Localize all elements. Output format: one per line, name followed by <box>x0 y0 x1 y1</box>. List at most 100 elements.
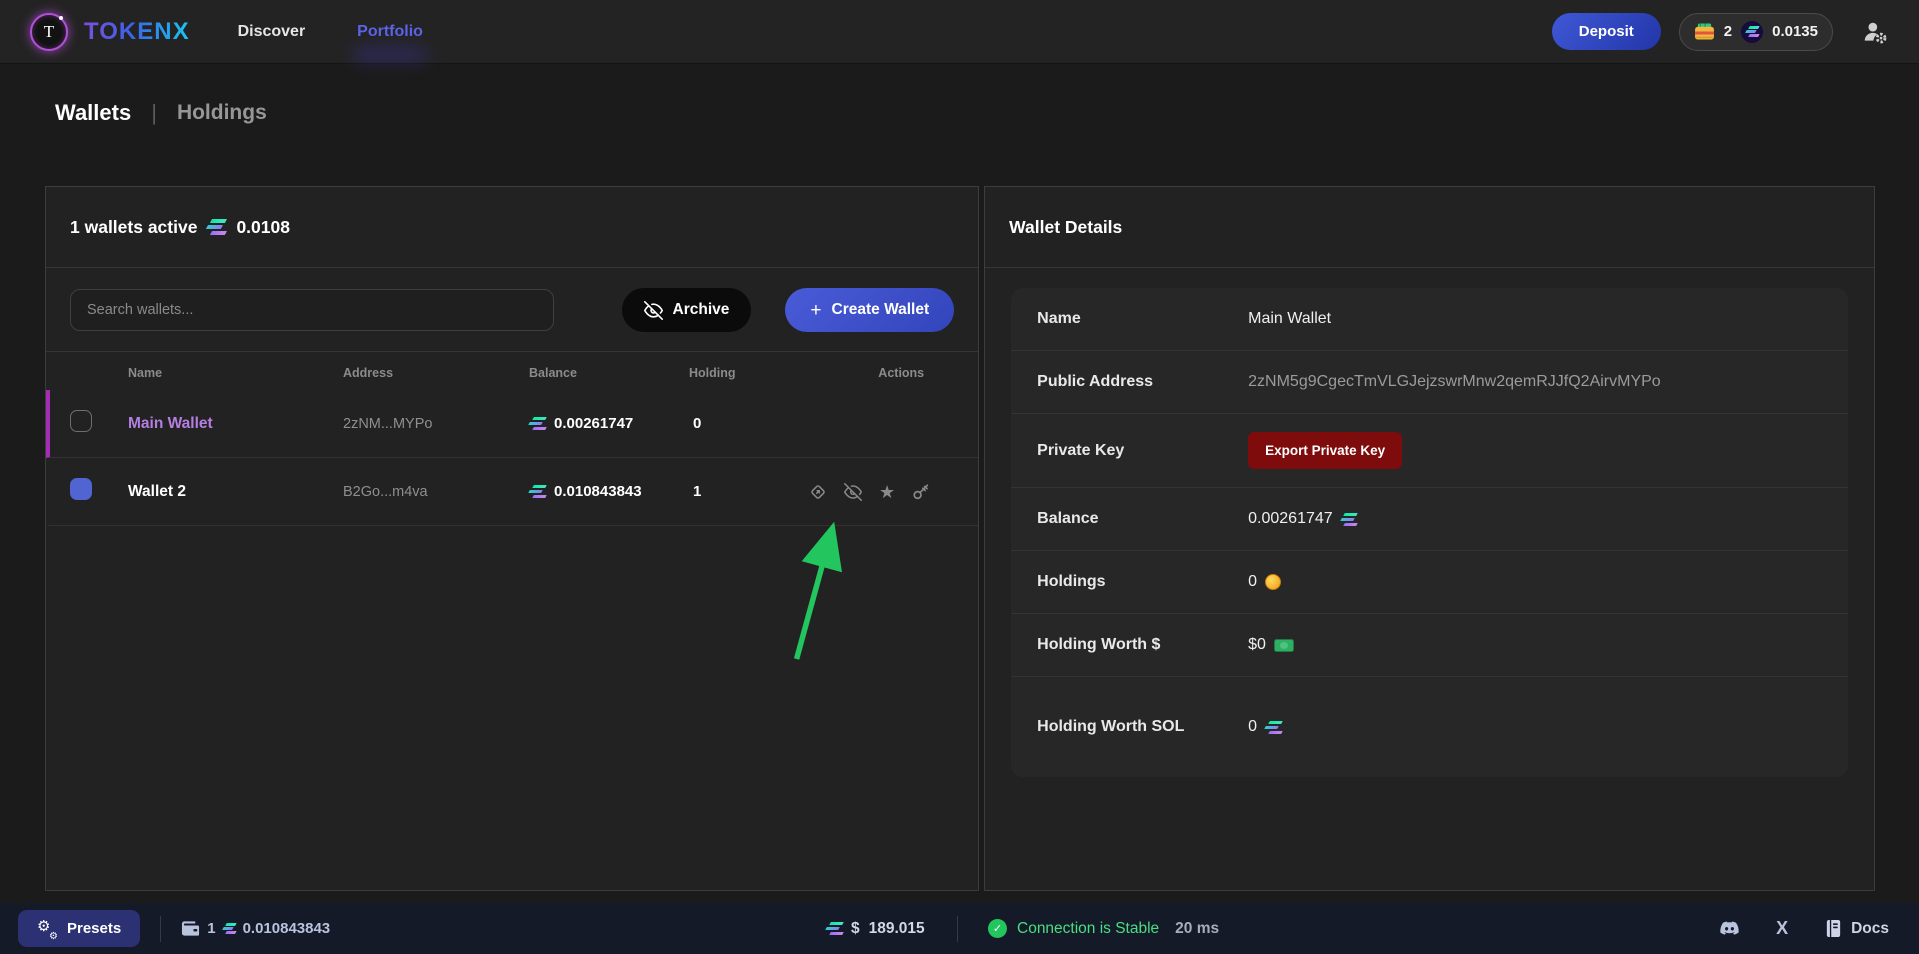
statusbar-divider <box>957 916 958 942</box>
table-row-main-wallet[interactable]: Main Wallet 2zNM...MYPo 0.00261747 0 <box>46 390 978 458</box>
app-root: T TOKENX Discover Portfolio Deposit <box>0 0 1919 954</box>
nav-left: T TOKENX Discover Portfolio <box>30 13 423 51</box>
holding-worth-sol-value: 0 <box>1248 718 1257 736</box>
tab-holdings[interactable]: Holdings <box>177 101 267 125</box>
transfer-icon[interactable] <box>809 483 827 501</box>
wallet-address: 2zNM...MYPo <box>343 416 529 432</box>
private-key-icon[interactable] <box>912 483 930 501</box>
logo-letter: T <box>44 22 54 42</box>
wallet-details-panel: Wallet Details Name Main Wallet Public A… <box>984 186 1875 891</box>
detail-row-holdings: Holdings 0 <box>1011 551 1848 614</box>
wallet-checkbox[interactable] <box>70 478 92 500</box>
coin-icon <box>1265 574 1281 590</box>
holding-worth-sol-label: Holding Worth SOL <box>1037 714 1212 740</box>
wallet-name[interactable]: Main Wallet <box>128 415 343 433</box>
solana-icon <box>207 219 226 235</box>
tab-wallets[interactable]: Wallets <box>55 100 131 126</box>
nav-right: Deposit 2 0.0135 <box>1552 13 1889 51</box>
top-navbar: T TOKENX Discover Portfolio Deposit <box>0 0 1919 64</box>
statusbar-divider <box>160 916 161 942</box>
x-twitter-icon[interactable]: X <box>1776 918 1788 939</box>
docs-label: Docs <box>1851 920 1889 938</box>
wallet-balance: 0.010843843 <box>554 483 642 500</box>
solana-icon <box>1746 26 1759 37</box>
active-wallets-summary: 1 wallets active <box>70 217 197 238</box>
search-wallets-input[interactable] <box>70 289 554 331</box>
tabs-divider: | <box>151 100 157 126</box>
nav-portfolio[interactable]: Portfolio <box>357 23 423 41</box>
gears-icon: ⚙⚙ <box>37 919 57 939</box>
create-wallet-button[interactable]: + Create Wallet <box>785 288 954 332</box>
sol-price-group: $ 189.015 <box>826 903 925 954</box>
archive-button[interactable]: Archive <box>622 288 752 332</box>
wallet-name[interactable]: Wallet 2 <box>128 483 343 501</box>
balance-value-wrap: 0.00261747 <box>1248 510 1357 528</box>
holding-worth-sol-wrap: 0 <box>1248 718 1281 736</box>
statusbar-wallet-balance: 0.010843843 <box>243 920 331 937</box>
holdings-value-wrap: 0 <box>1248 573 1281 591</box>
holding-worth-usd-wrap: $0 <box>1248 636 1294 654</box>
export-private-key-button[interactable]: Export Private Key <box>1248 432 1402 469</box>
detail-row-balance: Balance 0.00261747 <box>1011 488 1848 551</box>
holding-worth-usd-label: Holding Worth $ <box>1037 632 1212 658</box>
presets-button[interactable]: ⚙⚙ Presets <box>18 910 140 947</box>
wallet-balance-cell: 0.00261747 <box>529 415 689 432</box>
wallet-balance: 0.00261747 <box>554 415 633 432</box>
balance-value: 0.00261747 <box>1248 510 1333 528</box>
public-address-label: Public Address <box>1037 369 1212 395</box>
active-wallets-sol: 0.0108 <box>236 217 290 238</box>
connection-status-group: ✓ Connection is Stable 20 ms <box>988 903 1219 954</box>
private-key-label: Private Key <box>1037 438 1212 464</box>
plus-icon: + <box>810 301 821 320</box>
wallet-holding: 1 <box>689 483 809 500</box>
hide-wallet-eye-off-icon[interactable] <box>844 483 862 501</box>
docs-link[interactable]: Docs <box>1824 919 1889 938</box>
presets-label: Presets <box>67 920 121 937</box>
favorite-star-icon[interactable]: ★ <box>879 483 895 501</box>
wallet-holding: 0 <box>689 415 809 432</box>
wallet-checkbox[interactable] <box>70 410 92 432</box>
holding-worth-usd-value: $0 <box>1248 636 1266 654</box>
balance-label: Balance <box>1037 506 1212 532</box>
eye-off-icon <box>644 301 663 320</box>
statusbar-wallet-count: 1 <box>207 920 215 937</box>
wallets-controls: Archive + Create Wallet <box>46 268 978 332</box>
tokenx-logo[interactable]: T <box>30 13 68 51</box>
nav-links: Discover Portfolio <box>238 23 423 41</box>
checkbox-cell <box>70 478 128 505</box>
holdings-label: Holdings <box>1037 569 1212 595</box>
solana-icon <box>826 922 842 935</box>
solana-icon <box>529 417 545 430</box>
details-card: Name Main Wallet Public Address 2zNM5g9C… <box>1011 288 1848 777</box>
holdings-value: 0 <box>1248 573 1257 591</box>
page-tabs: Wallets | Holdings <box>55 100 267 126</box>
detail-row-worth-usd: Holding Worth $ $0 <box>1011 614 1848 677</box>
wallet-balance-pill[interactable]: 2 0.0135 <box>1679 13 1833 51</box>
price-symbol: $ <box>851 920 860 938</box>
table-row-wallet-2[interactable]: Wallet 2 B2Go...m4va 0.010843843 1 <box>46 458 978 526</box>
col-holding: Holding <box>689 366 809 380</box>
main-panels: 1 wallets active 0.0108 Archive <box>45 186 1875 891</box>
nav-wallet-count: 2 <box>1724 23 1732 40</box>
wallet-address: B2Go...m4va <box>343 484 529 500</box>
deposit-button[interactable]: Deposit <box>1552 13 1661 50</box>
active-wallet-chip: 1 0.010843843 <box>181 920 330 937</box>
sol-badge-icon <box>1741 21 1763 43</box>
details-panel-title: Wallet Details <box>985 187 1874 268</box>
wallet-emoji-icon <box>1694 23 1715 40</box>
wallet-flat-icon <box>181 921 200 936</box>
nav-sol-balance: 0.0135 <box>1772 23 1818 40</box>
wallet-balance-cell: 0.010843843 <box>529 483 689 500</box>
solana-icon <box>223 923 236 934</box>
archive-label: Archive <box>673 301 730 319</box>
discord-icon[interactable] <box>1719 918 1740 939</box>
wallets-table-header: Name Address Balance Holding Actions <box>46 352 978 390</box>
account-settings-icon[interactable] <box>1861 19 1889 45</box>
solana-icon <box>1341 513 1357 526</box>
solana-icon <box>529 485 545 498</box>
nav-discover[interactable]: Discover <box>238 23 306 41</box>
sol-price: 189.015 <box>869 920 925 938</box>
cash-icon <box>1274 639 1294 652</box>
col-name: Name <box>128 366 343 380</box>
status-bar: ⚙⚙ Presets 1 0.010843843 $ 189.015 ✓ Con… <box>0 903 1919 954</box>
